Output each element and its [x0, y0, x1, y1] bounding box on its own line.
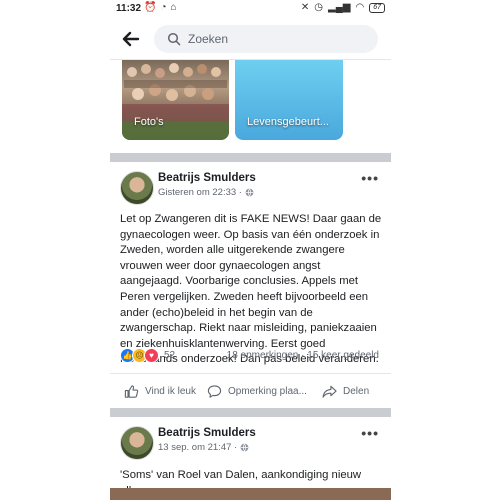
share-arrow-icon: [322, 385, 337, 398]
search-placeholder: Zoeken: [188, 32, 229, 46]
comment-icon: [207, 384, 222, 398]
share-button-label: Delen: [343, 385, 370, 397]
post-timestamp[interactable]: 13 sep. om 21:47 ·: [158, 442, 237, 453]
post-media-preview[interactable]: [110, 488, 391, 500]
post-card: Beatrijs Smulders 13 sep. om 21:47 · •••…: [110, 417, 391, 500]
more-options-icon[interactable]: •••: [361, 170, 379, 186]
more-options-icon[interactable]: •••: [361, 425, 379, 441]
group-photo-thumbnail: [122, 63, 229, 140]
alarm-icon: ⏰: [144, 2, 157, 13]
whatsapp-icon: ◔: [160, 2, 167, 13]
search-input[interactable]: Zoeken: [154, 25, 378, 53]
life-events-tile[interactable]: Levensgebeurt...: [235, 60, 343, 140]
section-separator: [110, 153, 391, 162]
post-author[interactable]: Beatrijs Smulders: [158, 172, 256, 184]
photos-tile-label: Foto's: [134, 116, 164, 128]
post-meta: 13 sep. om 21:47 ·: [158, 442, 249, 453]
battery-icon: 67: [369, 3, 385, 13]
comment-button[interactable]: Opmerking plaa...: [207, 374, 307, 408]
globe-icon: [240, 443, 249, 452]
post-card: Beatrijs Smulders Gisteren om 22:33 · ••…: [110, 162, 391, 408]
home-icon: ⌂: [170, 2, 177, 13]
wifi-icon: ◠: [355, 2, 365, 13]
signal-icon: ▂▄▆: [328, 2, 351, 13]
post-meta: Gisteren om 22:33 ·: [158, 187, 254, 198]
photos-tile[interactable]: Foto's: [122, 60, 229, 140]
share-button[interactable]: Delen: [322, 374, 369, 408]
back-arrow-icon[interactable]: [120, 28, 142, 50]
love-reaction-icon: ♥: [144, 348, 159, 363]
post-author[interactable]: Beatrijs Smulders: [158, 427, 256, 439]
post-stats[interactable]: 18 opmerkingen · 15 keer gedeeld: [227, 350, 379, 361]
reaction-count: 52: [164, 350, 176, 361]
post-timestamp[interactable]: Gisteren om 22:33 ·: [158, 187, 242, 198]
mute-icon: ✕: [300, 2, 310, 13]
comment-count[interactable]: 18 opmerkingen: [227, 350, 299, 361]
reaction-summary[interactable]: 👍 ☹ ♥ 52: [120, 348, 175, 363]
search-header: Zoeken: [110, 18, 391, 60]
section-separator: [110, 408, 391, 417]
post-action-bar: Vind ik leuk Opmerking plaa... Delen: [110, 373, 391, 408]
life-events-tile-label: Levensgebeurt...: [247, 116, 329, 128]
search-icon: [167, 32, 181, 46]
status-bar: 11:32 ⏰ ◔ ⌂ ✕ ◷ ▂▄▆ ◠ 67: [110, 0, 391, 18]
post-text: Let op Zwangeren dit is FAKE NEWS! Daar …: [120, 213, 382, 366]
share-count[interactable]: 15 keer gedeeld: [307, 350, 379, 361]
globe-icon: [245, 188, 254, 197]
avatar[interactable]: [120, 426, 154, 460]
status-time: 11:32: [116, 3, 142, 14]
like-button-label: Vind ik leuk: [145, 385, 196, 397]
thumbs-up-icon: [124, 384, 139, 398]
facebook-profile-screen: 11:32 ⏰ ◔ ⌂ ✕ ◷ ▂▄▆ ◠ 67 Zoeken Foto's L…: [110, 0, 391, 500]
comment-button-label: Opmerking plaa...: [228, 385, 307, 397]
avatar[interactable]: [120, 171, 154, 205]
alarm-clock-icon: ◷: [314, 2, 323, 13]
like-button[interactable]: Vind ik leuk: [124, 374, 196, 408]
